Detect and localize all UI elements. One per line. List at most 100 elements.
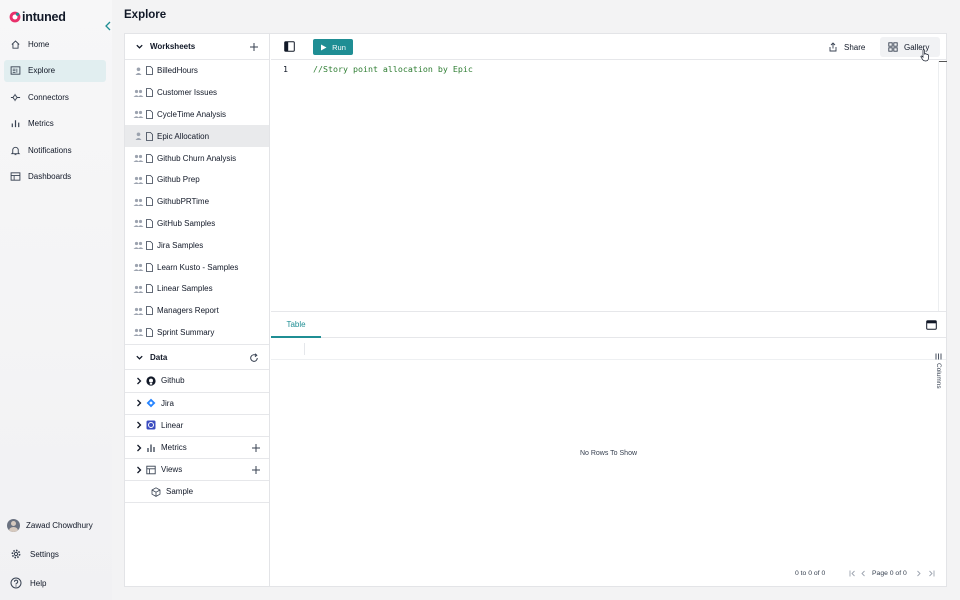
shared-users-icon (133, 285, 144, 293)
worksheet-item[interactable]: Sprint Summary (125, 322, 269, 344)
grid-header (271, 338, 946, 360)
file-icon (146, 175, 153, 185)
chevron-right-icon[interactable] (135, 399, 143, 407)
chevron-right-icon[interactable] (135, 421, 143, 429)
nav-item-help[interactable]: Help (10, 576, 46, 590)
worksheet-item-selected[interactable]: Epic Allocation (125, 125, 269, 148)
worksheet-item[interactable]: CycleTime Analysis (125, 104, 269, 126)
editor-toolbar: Run Share Gallery (271, 34, 946, 60)
user-profile[interactable]: Zawad Chowdhury (7, 518, 93, 532)
worksheet-item[interactable]: Customer Issues (125, 82, 269, 104)
worksheet-item[interactable]: Github Churn Analysis (125, 147, 269, 169)
chevron-right-icon[interactable] (135, 444, 143, 452)
page-title: Explore (124, 9, 167, 21)
code-line[interactable]: //Story point allocation by Epic (313, 64, 473, 74)
nav-item-home[interactable]: Home (4, 33, 106, 55)
nav-item-dashboards[interactable]: Dashboards (4, 166, 106, 188)
nav-item-metrics[interactable]: Metrics (4, 113, 106, 135)
file-icon (146, 88, 153, 98)
worksheet-item[interactable]: Jira Samples (125, 234, 269, 256)
collapse-sidebar-icon[interactable] (103, 20, 113, 32)
add-metric-icon[interactable] (251, 443, 261, 453)
data-source-label: Sample (166, 487, 194, 497)
chevron-down-icon[interactable] (135, 353, 144, 362)
editor-scrollbar[interactable] (938, 61, 947, 311)
file-icon (146, 197, 153, 207)
data-source-jira[interactable]: Jira (125, 393, 269, 415)
bar-chart-icon (147, 444, 155, 452)
worksheet-item[interactable]: Linear Samples (125, 278, 269, 300)
next-page-icon[interactable] (915, 570, 922, 577)
add-view-icon[interactable] (251, 465, 261, 475)
shared-users-icon (133, 242, 144, 250)
bell-icon (10, 146, 21, 155)
gallery-button[interactable]: Gallery (880, 37, 940, 57)
toggle-panel-icon[interactable] (284, 41, 295, 52)
worksheet-item[interactable]: Managers Report (125, 300, 269, 322)
share-icon (829, 42, 837, 52)
nav-item-notifications[interactable]: Notifications (4, 139, 106, 161)
data-source-sample[interactable]: Sample (125, 481, 269, 504)
maximize-icon[interactable] (926, 320, 937, 330)
data-source-linear[interactable]: Linear (125, 415, 269, 437)
chevron-right-icon[interactable] (135, 466, 143, 474)
prev-page-icon[interactable] (860, 570, 867, 577)
chevron-down-icon[interactable] (135, 42, 144, 51)
file-icon (146, 284, 153, 294)
worksheet-item[interactable]: GithubPRTime (125, 191, 269, 213)
add-worksheet-icon[interactable] (249, 42, 259, 52)
nav-item-label: Home (28, 39, 50, 49)
explore-panel: Worksheets BilledHours Customer Issues C… (124, 33, 947, 587)
help-icon (10, 577, 22, 589)
shared-users-icon (133, 263, 144, 272)
file-icon (146, 328, 153, 337)
worksheets-header[interactable]: Worksheets (125, 34, 269, 60)
connectors-icon (10, 93, 21, 101)
metrics-icon (11, 120, 20, 128)
worksheet-label: Sprint Summary (157, 327, 215, 337)
logo-text: intuned (22, 10, 66, 24)
data-source-github[interactable]: Github (125, 370, 269, 393)
code-editor[interactable]: 1 //Story point allocation by Epic (271, 61, 940, 310)
file-icon (146, 110, 153, 119)
share-button[interactable]: Share (828, 40, 865, 54)
worksheet-item[interactable]: Github Prep (125, 169, 269, 191)
app-logo[interactable]: intuned (9, 9, 66, 25)
data-source-views[interactable]: Views (125, 459, 269, 482)
nav-item-settings[interactable]: Settings (10, 547, 59, 561)
run-button[interactable]: Run (313, 39, 353, 55)
file-icon (146, 66, 153, 76)
columns-side-button[interactable]: Columns (932, 349, 946, 409)
shared-users-icon (133, 111, 144, 119)
worksheet-label: Github Prep (157, 175, 200, 185)
data-header[interactable]: Data (125, 344, 269, 371)
worksheet-item[interactable]: GitHub Samples (125, 213, 269, 235)
nav-item-explore[interactable]: Explore (4, 59, 106, 82)
data-source-metrics[interactable]: Metrics (125, 437, 269, 460)
help-label: Help (30, 578, 47, 588)
worksheet-label: GithubPRTime (157, 197, 210, 207)
github-icon (146, 376, 156, 386)
chevron-right-icon[interactable] (135, 377, 143, 385)
worksheet-label: Linear Samples (157, 284, 213, 294)
refresh-icon[interactable] (249, 353, 259, 363)
file-icon (146, 306, 153, 316)
last-page-icon[interactable] (928, 570, 935, 577)
worksheet-label: Managers Report (157, 306, 219, 316)
first-page-icon[interactable] (849, 570, 856, 577)
data-source-list: Github Jira Linear Metrics Views Sample (125, 370, 269, 504)
worksheet-item[interactable]: Learn Kusto - Samples (125, 256, 269, 278)
nav-item-connectors[interactable]: Connectors (4, 86, 106, 108)
file-icon (146, 240, 153, 250)
file-icon (146, 131, 153, 141)
page-indicator: Page 0 of 0 (872, 570, 907, 577)
worksheet-label: Customer Issues (157, 88, 218, 98)
worksheet-list: BilledHours Customer Issues CycleTime An… (125, 60, 269, 343)
cube-icon (151, 487, 161, 497)
worksheet-item[interactable]: BilledHours (125, 60, 269, 82)
tab-table[interactable]: Table (271, 312, 321, 338)
avatar (7, 518, 20, 532)
columns-icon (935, 353, 942, 360)
data-source-label: Views (161, 465, 183, 475)
nav-item-label: Dashboards (28, 172, 72, 181)
